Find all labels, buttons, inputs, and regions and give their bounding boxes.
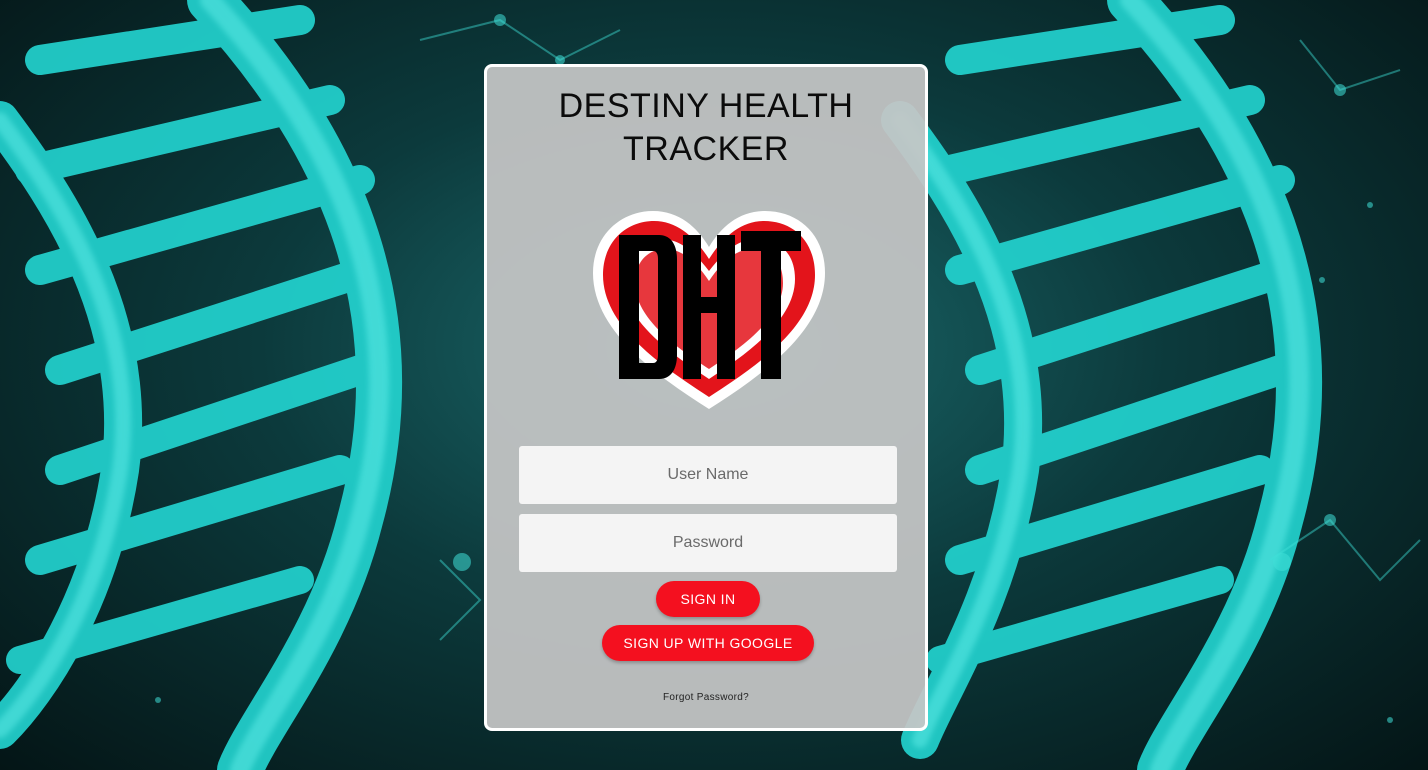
sign-in-button[interactable]: SIGN IN — [656, 581, 760, 617]
password-input[interactable] — [519, 514, 897, 572]
sign-up-google-button[interactable]: SIGN UP WITH GOOGLE — [602, 625, 814, 661]
login-card: DESTINY HEALTH TRACKER SIGN IN SIGN UP W… — [484, 64, 928, 731]
username-input[interactable] — [519, 446, 897, 504]
app-title: DESTINY HEALTH TRACKER — [558, 87, 854, 168]
forgot-password-link[interactable]: Forgot Password? — [487, 692, 925, 703]
dht-heart-logo-icon — [593, 211, 825, 409]
